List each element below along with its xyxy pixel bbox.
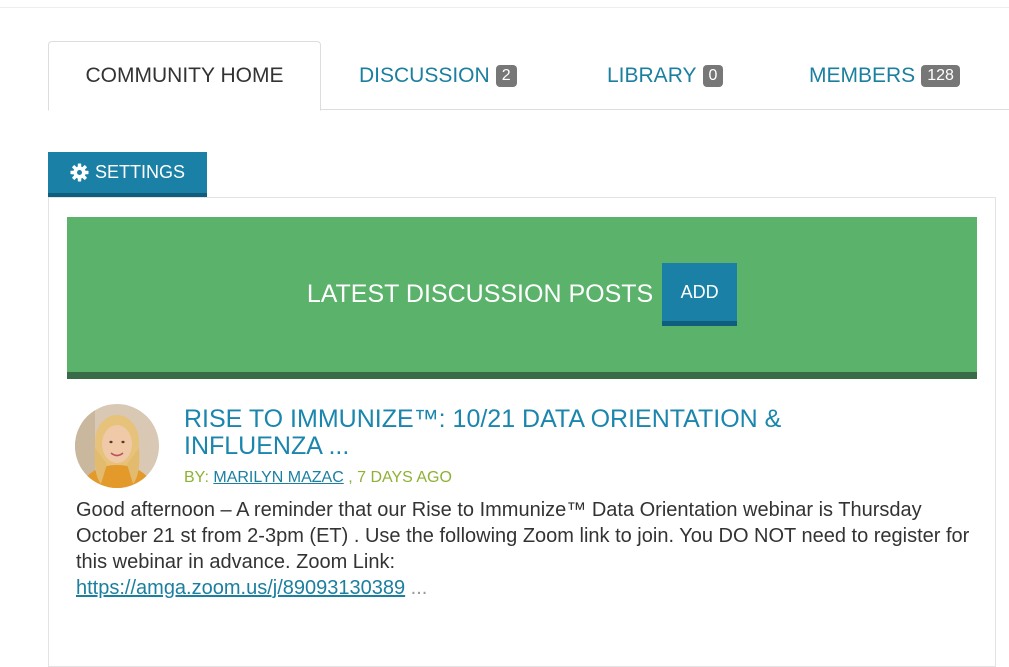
tab-discussion-label: DISCUSSION [359,63,490,87]
post-title-link[interactable]: RISE TO IMMUNIZE™: 10/21 DATA ORIENTATIO… [184,406,944,460]
post-ellipsis: ... [405,577,428,599]
tab-discussion[interactable]: DISCUSSION 2 [359,41,517,110]
post-title-line2: INFLUENZA ... [184,432,350,460]
post-excerpt: Good afternoon – A reminder that our Ris… [76,497,976,601]
latest-discussion-banner: LATEST DISCUSSION POSTS ADD [67,217,977,379]
settings-button[interactable]: SETTINGS [48,152,207,197]
discussion-count-badge: 2 [495,64,517,87]
post-title-line1: RISE TO IMMUNIZE™: 10/21 DATA ORIENTATIO… [184,405,782,433]
author-avatar[interactable] [75,404,159,488]
tab-library[interactable]: LIBRARY 0 [607,41,724,110]
tab-community-home-label: COMMUNITY HOME [85,64,284,87]
author-link[interactable]: MARILYN MAZAC [213,469,343,486]
add-label: ADD [680,281,719,302]
tab-library-label: LIBRARY [607,63,697,87]
gear-icon [70,163,89,182]
community-tabs: COMMUNITY HOME DISCUSSION 2 LIBRARY 0 ME… [48,41,1009,111]
settings-label: SETTINGS [94,162,185,182]
by-label: BY: [184,469,209,486]
zoom-link[interactable]: https://amga.zoom.us/j/89093130389 [76,577,405,599]
add-post-button[interactable]: ADD [662,263,738,326]
tab-community-home[interactable]: COMMUNITY HOME [48,41,321,111]
post-meta: BY: MARILYN MAZAC , 7 DAYS AGO [184,469,452,487]
tab-members[interactable]: MEMBERS 128 [809,41,960,110]
members-count-badge: 128 [921,64,960,87]
post-time: , 7 DAYS AGO [348,469,452,486]
banner-title: LATEST DISCUSSION POSTS [306,280,654,308]
tab-members-label: MEMBERS [809,63,916,87]
top-divider [0,7,1009,8]
post-body-text: Good afternoon – A reminder that our Ris… [76,499,970,573]
author-photo [75,404,159,488]
library-count-badge: 0 [702,64,724,87]
